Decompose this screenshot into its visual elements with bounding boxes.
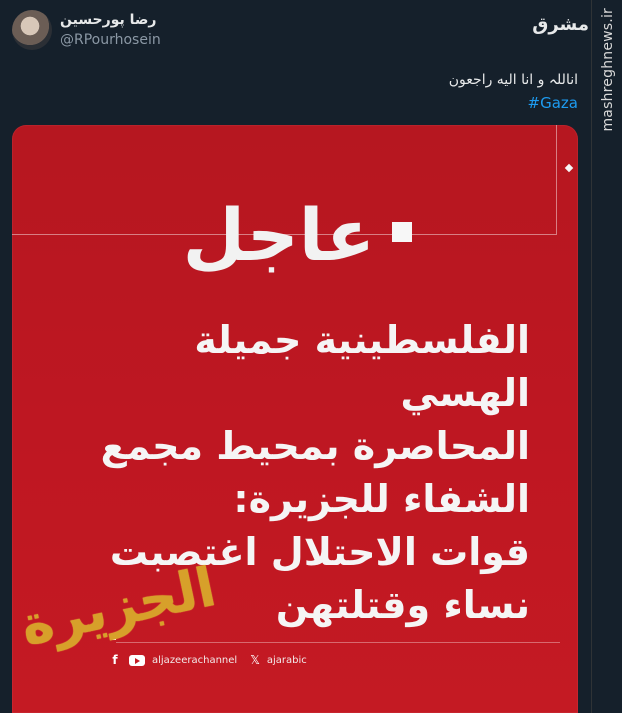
tweet-text: اناللہ و انا الیه راجعون (448, 72, 578, 88)
aljazeera-logo: الجزيرة (15, 555, 222, 658)
social-handle: aljazeerachannel (152, 654, 238, 666)
news-card[interactable]: عاجل الفلسطينية جميلة الهسي المحاصرة بمح… (12, 125, 578, 713)
corner-marker (564, 163, 574, 173)
body-line: المحاصرة بمحيط مجمع (100, 424, 530, 468)
x-icon: 𝕏 (250, 653, 260, 667)
headline: عاجل (182, 193, 375, 277)
youtube-icon (129, 654, 145, 666)
social-row: f aljazeerachannel 𝕏 ajarabic (108, 653, 307, 667)
bullet-square (392, 222, 412, 242)
display-name[interactable]: رضا پورحسین (60, 12, 160, 28)
facebook-icon: f (112, 653, 118, 667)
divider-bottom (116, 642, 560, 643)
right-watermark-bar: mashreghnews.ir (591, 0, 622, 713)
divider-vertical (556, 125, 557, 235)
body-line: قوات الاحتلال اغتصبت (109, 530, 530, 574)
watermark-text: mashreghnews.ir (600, 8, 616, 132)
x-handle: ajarabic (266, 654, 307, 666)
handle[interactable]: @RPourhosein (60, 32, 161, 48)
body-line: الفلسطينية جميلة الهسي (194, 318, 530, 415)
avatar[interactable] (12, 10, 52, 50)
hashtag-link[interactable]: #Gaza (528, 94, 578, 112)
watermark-logo: مشرق (532, 14, 589, 35)
body-line: الشفاء للجزيرة: (233, 477, 530, 521)
